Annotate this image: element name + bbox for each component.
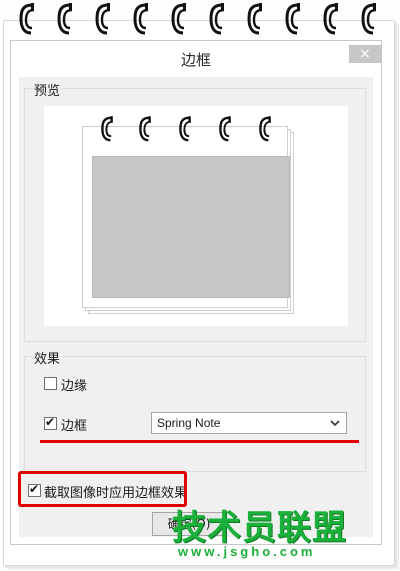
spring-ring-icon bbox=[138, 114, 154, 144]
spring-ring-icon bbox=[100, 114, 116, 144]
spring-ring-icon bbox=[258, 114, 274, 144]
border-style-select[interactable]: Spring Note bbox=[151, 412, 347, 434]
spring-ring-icon bbox=[360, 2, 380, 36]
spring-ring-icon bbox=[170, 2, 190, 36]
frame-rings bbox=[0, 0, 400, 40]
title-bar: 边框 × bbox=[11, 41, 381, 75]
spring-ring-icon bbox=[208, 2, 228, 36]
effects-group-label: 效果 bbox=[34, 348, 63, 367]
spring-ring-icon bbox=[132, 2, 152, 36]
spring-ring-icon bbox=[322, 2, 342, 36]
dialog-title: 边框 bbox=[180, 51, 211, 69]
highlight-box bbox=[18, 471, 187, 507]
spring-ring-icon bbox=[94, 2, 114, 36]
spring-ring-icon bbox=[56, 2, 76, 36]
border-style-value: Spring Note bbox=[157, 416, 221, 430]
watermark-text: 技术员联盟 bbox=[172, 508, 347, 548]
highlight-underline bbox=[40, 440, 359, 443]
close-button[interactable]: × bbox=[349, 45, 381, 63]
preview-thumbnail bbox=[82, 116, 296, 316]
preview-image-placeholder bbox=[92, 156, 290, 298]
watermark-url: www.jsgho.com bbox=[178, 544, 316, 559]
spring-ring-icon bbox=[284, 2, 304, 36]
spring-ring-icon bbox=[178, 114, 194, 144]
preview-canvas bbox=[44, 106, 348, 326]
chevron-down-icon bbox=[330, 420, 340, 427]
spring-ring-icon bbox=[18, 2, 38, 36]
edge-checkbox[interactable] bbox=[44, 377, 57, 390]
spring-note-frame: 边框 × 预览 效果 边缘 边框 Spring Note 截取图像 bbox=[0, 0, 400, 571]
border-checkbox[interactable] bbox=[44, 415, 57, 430]
watermark-logo: 技术员联盟 www.jsgho.com bbox=[172, 500, 362, 570]
preview-group-label: 预览 bbox=[34, 80, 63, 99]
spring-ring-icon bbox=[218, 114, 234, 144]
border-checkbox-label[interactable]: 边框 bbox=[61, 415, 87, 434]
preview-sheet-front bbox=[82, 126, 290, 308]
preview-rings bbox=[82, 114, 296, 146]
close-icon: × bbox=[359, 46, 371, 62]
edge-checkbox-label[interactable]: 边缘 bbox=[61, 375, 87, 394]
spring-ring-icon bbox=[246, 2, 266, 36]
